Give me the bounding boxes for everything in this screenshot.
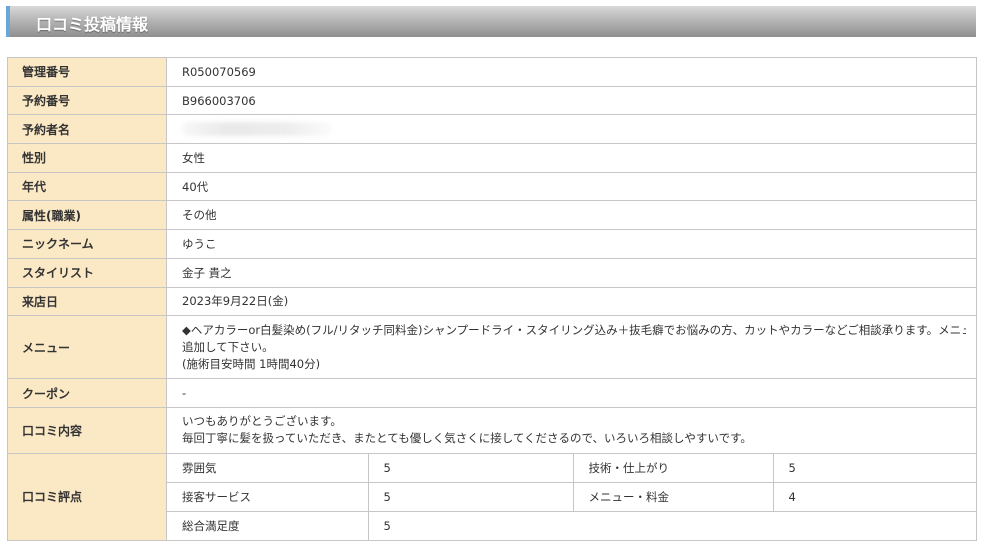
rating-value: 5 bbox=[367, 453, 574, 484]
nickname-label: ニックネーム bbox=[7, 229, 167, 259]
table-row: 予約者名 bbox=[7, 114, 977, 145]
menu-line: ◆ヘアカラーor白髪染め(フル/リタッチ同料金)シャンプードライ・スタイリング込… bbox=[182, 322, 966, 337]
review-line: いつもありがとうございます。 bbox=[182, 414, 342, 429]
table-row: 予約番号 B966003706 bbox=[7, 85, 977, 116]
rating-name: 技術・仕上がり bbox=[572, 453, 774, 484]
section-title-bar: 口コミ投稿情報 bbox=[6, 6, 976, 37]
stylist-value: 金子 貴之 bbox=[166, 257, 977, 288]
review-value: いつもありがとうございます。 毎回丁寧に髪を扱っていただき、またとても優しく気さ… bbox=[166, 406, 977, 454]
page-title: 口コミ投稿情報 bbox=[36, 15, 149, 34]
rating-value: 5 bbox=[772, 453, 976, 484]
table-row: 口コミ内容 いつもありがとうございます。 毎回丁寧に髪を扱っていただき、またとて… bbox=[7, 406, 977, 454]
rating-row: 雰囲気 5 技術・仕上がり 5 bbox=[167, 453, 976, 484]
table-row: 属性(職業) その他 bbox=[7, 200, 977, 231]
reserver-name-value bbox=[166, 114, 977, 145]
occupation-value: その他 bbox=[166, 200, 977, 231]
reserver-name-label: 予約者名 bbox=[7, 114, 167, 145]
rating-value: 4 bbox=[772, 482, 976, 512]
reservation-no-label: 予約番号 bbox=[7, 85, 167, 116]
table-row: 口コミ評点 雰囲気 5 技術・仕上がり 5 接客サービス 5 メニュー・料金 4… bbox=[7, 452, 977, 541]
rating-name: 接客サービス bbox=[167, 482, 369, 512]
age-label: 年代 bbox=[7, 171, 167, 202]
table-row: 管理番号 R050070569 bbox=[7, 57, 977, 87]
rating-row: 総合満足度 5 bbox=[167, 510, 976, 540]
table-row: スタイリスト 金子 貴之 bbox=[7, 257, 977, 288]
review-label: 口コミ内容 bbox=[7, 406, 167, 454]
rating-label: 口コミ評点 bbox=[7, 452, 167, 541]
gender-value: 女性 bbox=[166, 143, 977, 173]
visit-date-label: 来店日 bbox=[7, 286, 167, 317]
table-row: 来店日 2023年9月22日(金) bbox=[7, 286, 977, 317]
rating-table: 雰囲気 5 技術・仕上がり 5 接客サービス 5 メニュー・料金 4 総合満足度… bbox=[167, 453, 976, 540]
gender-label: 性別 bbox=[7, 143, 167, 173]
rating-value: 5 bbox=[367, 510, 976, 540]
redacted-name bbox=[182, 122, 332, 137]
rating-name: 総合満足度 bbox=[167, 510, 369, 540]
coupon-label: クーポン bbox=[7, 378, 167, 408]
table-row: 年代 40代 bbox=[7, 171, 977, 202]
management-no-label: 管理番号 bbox=[7, 57, 167, 87]
coupon-value: - bbox=[166, 378, 977, 408]
menu-value: ◆ヘアカラーor白髪染め(フル/リタッチ同料金)シャンプードライ・スタイリング込… bbox=[166, 315, 977, 380]
reservation-no-value: B966003706 bbox=[166, 85, 977, 116]
rating-name: 雰囲気 bbox=[167, 453, 369, 484]
rating-cell: 雰囲気 5 技術・仕上がり 5 接客サービス 5 メニュー・料金 4 総合満足度… bbox=[166, 452, 977, 541]
rating-value: 5 bbox=[367, 482, 574, 512]
occupation-label: 属性(職業) bbox=[7, 200, 167, 231]
menu-line: 追加して下さい。 bbox=[182, 339, 274, 354]
table-row: クーポン - bbox=[7, 378, 977, 408]
nickname-value: ゆうこ bbox=[166, 229, 977, 259]
menu-line: (施術目安時間 1時間40分) bbox=[182, 356, 321, 371]
table-row: ニックネーム ゆうこ bbox=[7, 229, 977, 259]
table-row: 性別 女性 bbox=[7, 143, 977, 173]
rating-row: 接客サービス 5 メニュー・料金 4 bbox=[167, 482, 976, 512]
review-info-table: 管理番号 R050070569 予約番号 B966003706 予約者名 性別 … bbox=[7, 57, 977, 541]
age-value: 40代 bbox=[166, 171, 977, 202]
menu-label: メニュー bbox=[7, 315, 167, 380]
review-line: 毎回丁寧に髪を扱っていただき、またとても優しく気さくに接してくださるので、いろい… bbox=[182, 431, 752, 446]
management-no-value: R050070569 bbox=[166, 57, 977, 87]
stylist-label: スタイリスト bbox=[7, 257, 167, 288]
visit-date-value: 2023年9月22日(金) bbox=[166, 286, 977, 317]
table-row: メニュー ◆ヘアカラーor白髪染め(フル/リタッチ同料金)シャンプードライ・スタ… bbox=[7, 315, 977, 380]
rating-name: メニュー・料金 bbox=[572, 482, 774, 512]
